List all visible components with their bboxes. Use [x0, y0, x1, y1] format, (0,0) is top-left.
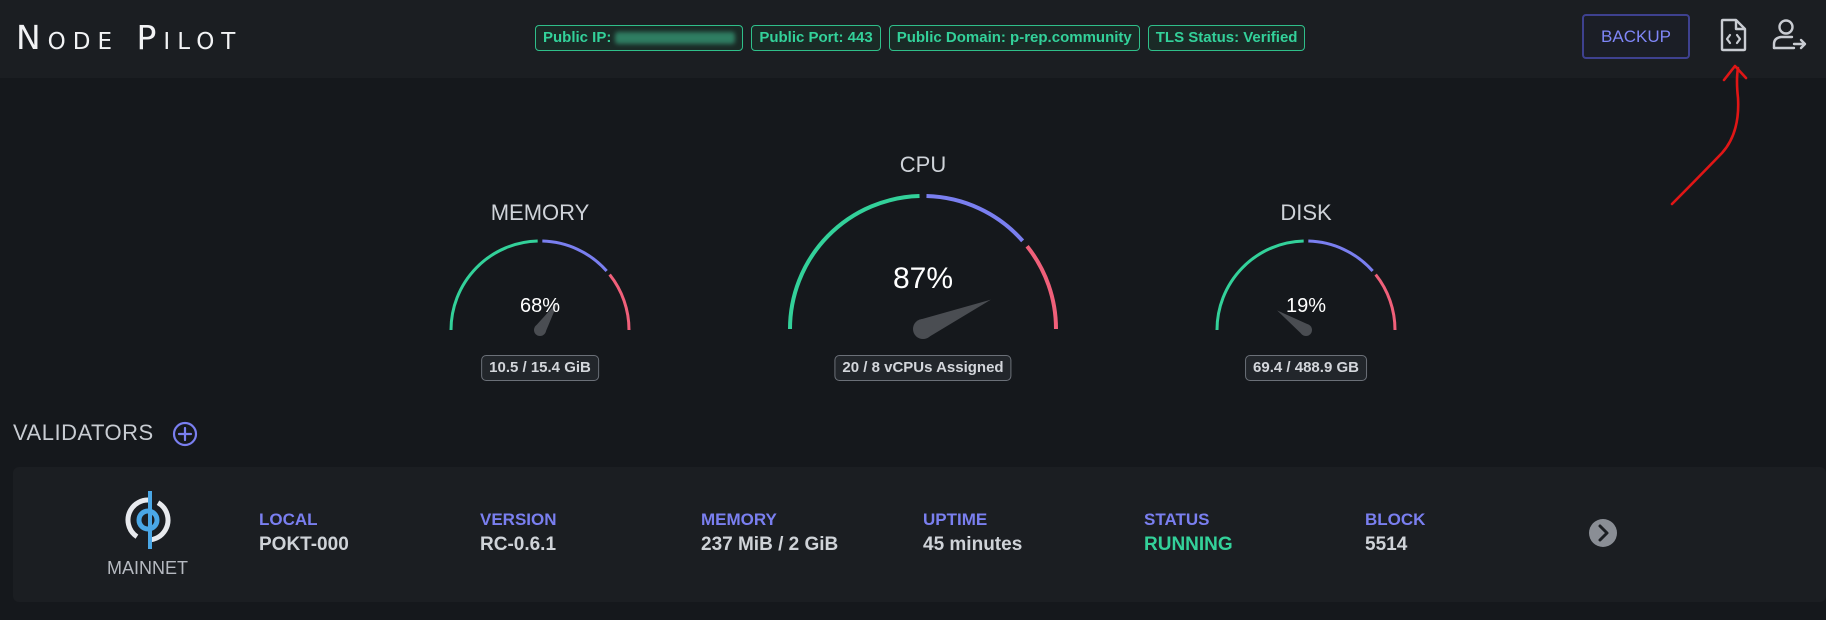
user-logout-icon[interactable] — [1772, 18, 1808, 52]
gauge-needle-hub — [534, 324, 546, 336]
validator-col-memory: MEMORY 237 MiB / 2 GiB — [701, 510, 838, 556]
chevron-right-icon[interactable] — [1588, 518, 1618, 548]
tls-status-badge: TLS Status: Verified — [1147, 25, 1306, 51]
redacted-ip — [615, 32, 736, 45]
cpu-percent: 87% — [892, 262, 954, 295]
disk-percent: 19% — [1285, 295, 1327, 317]
memory-gauge-title: MEMORY — [490, 200, 590, 225]
cpu-usage-badge: 20 / 8 vCPUs Assigned — [834, 355, 1012, 381]
pokt-logo-icon — [125, 491, 171, 549]
app-title: Node Pilot — [16, 18, 243, 57]
disk-usage-badge: 69.4 / 488.9 GB — [1245, 355, 1367, 381]
top-bar: Node Pilot Public IP: Public Port: 443 P… — [0, 0, 1826, 78]
local-value: POKT-000 — [259, 534, 349, 555]
version-value: RC-0.6.1 — [480, 534, 557, 555]
version-label: VERSION — [480, 510, 557, 529]
gauge-segment-mid — [926, 194, 1025, 243]
memory-gauge-dial — [449, 239, 631, 336]
validator-col-local: LOCAL POKT-000 — [259, 510, 349, 556]
public-port-badge: Public Port: 443 — [751, 25, 881, 51]
validators-heading: VALIDATORS — [13, 420, 154, 445]
add-validator-icon[interactable] — [172, 421, 198, 447]
memory-value: 237 MiB / 2 GiB — [701, 534, 839, 555]
validator-col-uptime: UPTIME 45 minutes — [923, 510, 1022, 556]
memory-percent: 68% — [519, 295, 561, 317]
status-badges: Public IP: Public Port: 443 Public Domai… — [535, 25, 1306, 51]
validator-network: MAINNET — [107, 558, 188, 578]
memory-label: MEMORY — [701, 510, 777, 529]
gauge-segment-mid — [1308, 239, 1374, 273]
block-value: 5514 — [1365, 534, 1408, 555]
uptime-value: 45 minutes — [923, 534, 1023, 555]
disk-gauge-title: DISK — [1280, 200, 1332, 225]
disk-gauge-dial — [1215, 239, 1397, 336]
block-label: BLOCK — [1365, 510, 1426, 529]
uptime-label: UPTIME — [923, 510, 988, 529]
validator-col-block: BLOCK 5514 — [1365, 510, 1425, 556]
gauge-segment-high — [1374, 273, 1397, 331]
public-ip-badge: Public IP: — [535, 25, 744, 51]
gauge-segment-high — [1025, 244, 1058, 330]
public-domain-badge: Public Domain: p-rep.community — [888, 25, 1140, 51]
validator-col-status: STATUS RUNNING — [1144, 510, 1233, 556]
status-value: RUNNING — [1144, 534, 1233, 555]
backup-button[interactable]: BACKUP — [1582, 14, 1690, 59]
gauge-segment-high — [608, 273, 631, 331]
local-label: LOCAL — [259, 510, 318, 529]
code-file-icon[interactable] — [1718, 18, 1748, 52]
public-ip-label: Public IP: — [543, 29, 612, 46]
status-label: STATUS — [1144, 510, 1210, 529]
cpu-gauge-title: CPU — [899, 152, 947, 177]
validator-col-version: VERSION RC-0.6.1 — [480, 510, 557, 556]
gauge-needle-hub — [1300, 324, 1312, 336]
gauge-needle-hub — [913, 319, 933, 339]
memory-usage-badge: 10.5 / 15.4 GiB — [481, 355, 599, 381]
annotation-arrow — [1670, 64, 1748, 206]
gauge-segment-mid — [542, 239, 608, 273]
